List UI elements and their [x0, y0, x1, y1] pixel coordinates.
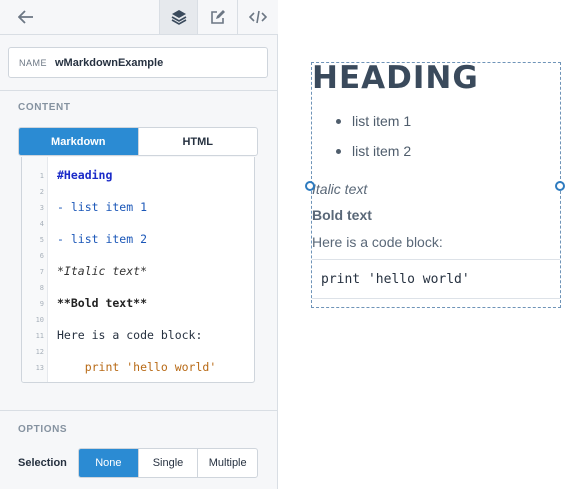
properties-panel: NAME wMarkdownExample CONTENT Markdown H…	[0, 0, 278, 489]
preview-paragraph: Here is a code block:	[312, 234, 443, 250]
list-item: list item 1	[336, 113, 411, 143]
name-label: NAME	[19, 57, 48, 68]
code-line: **Bold text**	[57, 296, 148, 310]
resize-handle-left[interactable]	[305, 181, 315, 191]
arrow-left-icon	[18, 10, 34, 24]
line-number: 1	[39, 172, 44, 180]
content-mode-toggle: Markdown HTML	[18, 127, 258, 156]
tab-edit[interactable]	[198, 0, 238, 34]
selection-toggle: None Single Multiple	[78, 448, 258, 478]
line-gutter: 1 2 3 4 5 6 7 8 9 10 11 12 13	[22, 157, 48, 382]
tab-layers[interactable]	[159, 0, 198, 34]
list-item: list item 2	[336, 143, 411, 173]
app-root: NAME wMarkdownExample CONTENT Markdown H…	[0, 0, 573, 489]
options-section-title: OPTIONS	[18, 424, 68, 435]
selection-single-button[interactable]: Single	[137, 449, 198, 477]
preview-bold-text: Bold text	[312, 207, 372, 223]
resize-handle-right[interactable]	[555, 181, 565, 191]
code-line: #Heading	[57, 168, 113, 182]
edit-icon	[210, 9, 226, 25]
line-number: 4	[39, 220, 44, 228]
code-line: - list item 1	[57, 200, 148, 214]
line-number: 11	[35, 332, 44, 340]
line-number: 8	[39, 284, 44, 292]
panel-toolbar	[0, 0, 278, 35]
code-icon	[249, 10, 267, 24]
code-line: *Italic text*	[57, 264, 148, 278]
markdown-preview[interactable]: HEADING list item 1 list item 2 Italic t…	[311, 60, 561, 308]
preview-code-block: print 'hello world'	[312, 259, 560, 299]
line-number: 7	[39, 268, 44, 276]
line-number: 10	[35, 316, 44, 324]
name-value[interactable]: wMarkdownExample	[55, 57, 163, 69]
mode-html-button[interactable]: HTML	[137, 128, 258, 155]
code-line: print 'hello world'	[57, 360, 217, 374]
divider	[0, 410, 278, 411]
mode-markdown-button[interactable]: Markdown	[19, 128, 138, 155]
line-number: 12	[35, 348, 44, 356]
line-number: 6	[39, 252, 44, 260]
line-number: 5	[39, 236, 44, 244]
back-button[interactable]	[8, 0, 44, 34]
divider	[0, 90, 278, 91]
line-number: 2	[39, 188, 44, 196]
selection-none-button[interactable]: None	[79, 449, 138, 477]
name-field[interactable]: NAME wMarkdownExample	[8, 47, 268, 78]
line-number: 13	[35, 364, 44, 372]
preview-list: list item 1 list item 2	[336, 113, 411, 173]
line-number: 9	[39, 300, 44, 308]
selection-multiple-button[interactable]: Multiple	[197, 449, 257, 477]
preview-italic-text: Italic text	[312, 181, 368, 197]
selection-label: Selection	[18, 457, 67, 469]
content-section-title: CONTENT	[18, 102, 71, 113]
code-line: Here is a code block:	[57, 328, 203, 342]
code-line: - list item 2	[57, 232, 148, 246]
layers-icon	[171, 9, 187, 25]
tab-code[interactable]	[238, 0, 278, 34]
line-number: 3	[39, 204, 44, 212]
preview-heading: HEADING	[312, 60, 479, 96]
markdown-editor[interactable]: 1 2 3 4 5 6 7 8 9 10 11 12 13 #Heading -…	[21, 157, 255, 383]
